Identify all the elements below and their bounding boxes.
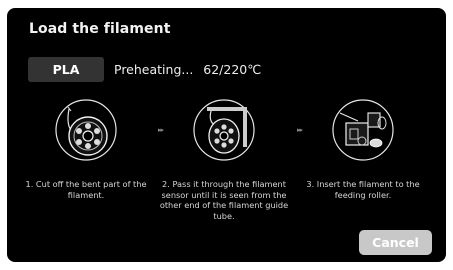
spool-cut-icon <box>55 99 117 161</box>
filament-sensor-icon <box>193 99 255 161</box>
step-arrow-2: ▸▸ <box>297 126 303 134</box>
step-arrow-1: ▸▸ <box>158 126 164 134</box>
preheat-status: Preheating... 62/220℃ <box>114 62 261 77</box>
step-2-caption: 2. Pass it through the filament sensor u… <box>159 179 289 221</box>
material-button[interactable]: PLA <box>28 57 104 82</box>
dialog-title: Load the filament <box>29 21 171 37</box>
step-3-caption: 3. Insert the filament to the feeding ro… <box>306 179 420 200</box>
step-1-caption: 1. Cut off the bent part of the filament… <box>25 179 147 200</box>
load-filament-dialog: Load the filament PLA Preheating... 62/2… <box>7 8 446 262</box>
preheat-status-text: Preheating... <box>114 62 194 77</box>
cancel-button[interactable]: Cancel <box>359 230 432 255</box>
temperature-readout: 62/220℃ <box>203 62 262 77</box>
feeding-roller-icon <box>332 99 394 161</box>
